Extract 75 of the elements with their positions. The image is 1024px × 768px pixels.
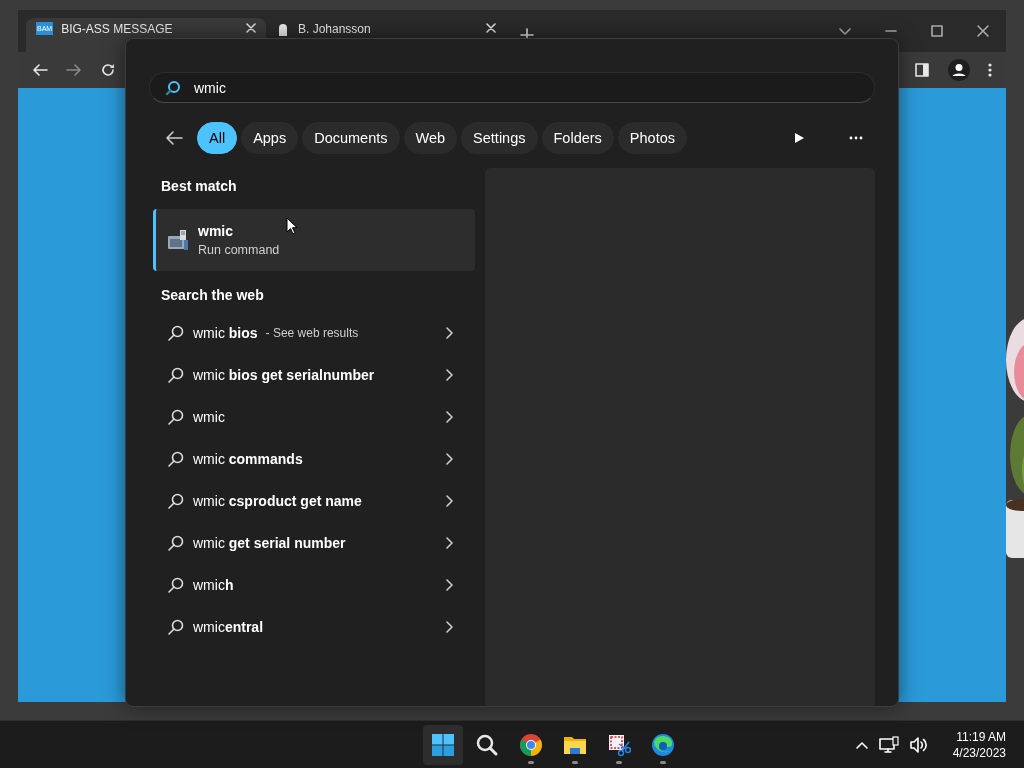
- menu-icon[interactable]: [988, 62, 992, 78]
- result-text: wmic commands: [193, 451, 303, 467]
- search-icon: [167, 408, 185, 426]
- result-text: wmic bios get serialnumber: [193, 367, 375, 383]
- back-arrow-icon[interactable]: [165, 130, 183, 146]
- chevron-right-icon: [445, 579, 453, 591]
- reload-icon[interactable]: [100, 62, 116, 78]
- browser-tab[interactable]: B. Johansson: [266, 18, 506, 52]
- volume-icon[interactable]: [908, 735, 929, 754]
- search-icon: [167, 492, 185, 510]
- search-icon: [167, 618, 185, 636]
- filter-tab[interactable]: Settings: [461, 122, 538, 154]
- chevron-right-icon: [445, 495, 453, 507]
- section-heading: Search the web: [161, 287, 265, 305]
- result-text: wmic: [193, 409, 225, 425]
- running-indicator: [572, 760, 579, 764]
- page-icon: [276, 23, 290, 37]
- result-text: wmic get serial number: [193, 535, 346, 551]
- tab-title: B. Johansson: [298, 22, 372, 36]
- chevron-right-icon: [445, 537, 453, 549]
- network-icon[interactable]: [878, 735, 899, 754]
- web-result[interactable]: wmic commands: [153, 438, 475, 480]
- result-text: wmicentral: [193, 619, 263, 635]
- running-indicator: [616, 760, 623, 764]
- filter-tab[interactable]: All: [197, 122, 238, 154]
- scissors-icon: [607, 732, 632, 757]
- close-icon[interactable]: [976, 24, 990, 38]
- chevron-right-icon: [445, 327, 453, 339]
- back-arrow-icon[interactable]: [32, 62, 48, 78]
- running-indicator: [660, 760, 667, 764]
- search-icon: [165, 80, 181, 96]
- play-icon[interactable]: [793, 132, 805, 144]
- chevron-right-icon: [445, 453, 453, 465]
- search-icon: [167, 450, 185, 468]
- result-text: wmich: [193, 577, 234, 593]
- result-text: wmic csproduct get name: [193, 493, 362, 509]
- chevron-right-icon: [445, 621, 453, 633]
- profile-icon[interactable]: [948, 59, 970, 81]
- result-text: wmic bios: [193, 325, 258, 341]
- side-panel-icon[interactable]: [914, 62, 930, 78]
- more-icon[interactable]: [849, 136, 863, 140]
- taskbar-button[interactable]: [423, 724, 464, 765]
- cursor-icon: [286, 217, 298, 235]
- result-hint: - See web results: [265, 326, 359, 340]
- filter-tab[interactable]: Apps: [241, 122, 299, 154]
- web-result[interactable]: wmic csproduct get name: [153, 480, 475, 522]
- search-icon: [475, 732, 500, 757]
- search-icon: [167, 576, 185, 594]
- filter-tab[interactable]: Photos: [617, 122, 687, 154]
- chevron-right-icon: [445, 369, 453, 381]
- result-title: wmic: [198, 223, 234, 239]
- app-icon: [166, 228, 190, 252]
- clock[interactable]: 11:19 AM 4/23/2023: [952, 729, 1012, 760]
- result-subtitle: Run command: [198, 243, 280, 257]
- web-result[interactable]: wmicentral: [153, 606, 475, 648]
- web-result[interactable]: wmic get serial number: [153, 522, 475, 564]
- web-result[interactable]: wmic: [153, 396, 475, 438]
- running-indicator: [528, 760, 535, 764]
- start-icon: [431, 732, 456, 757]
- filter-tab[interactable]: Documents: [302, 122, 400, 154]
- chevron-right-icon: [445, 411, 453, 423]
- web-result[interactable]: wmich: [153, 564, 475, 606]
- filter-tab[interactable]: Folders: [541, 122, 614, 154]
- search-icon: [167, 534, 185, 552]
- tab-title: BIG-ASS MESSAGE: [61, 22, 174, 36]
- filter-tab[interactable]: Web: [403, 122, 458, 154]
- search-field[interactable]: wmic: [149, 72, 875, 103]
- search-icon: [167, 366, 185, 384]
- web-result[interactable]: wmic bios - See web results: [153, 312, 475, 354]
- section-heading: Best match: [161, 178, 238, 196]
- maximize-icon[interactable]: [930, 24, 944, 38]
- browser-icon: [651, 732, 676, 757]
- best-match-item[interactable]: wmic Run command: [153, 209, 475, 271]
- search-icon: [167, 324, 185, 342]
- web-result[interactable]: wmic bios get serialnumber: [153, 354, 475, 396]
